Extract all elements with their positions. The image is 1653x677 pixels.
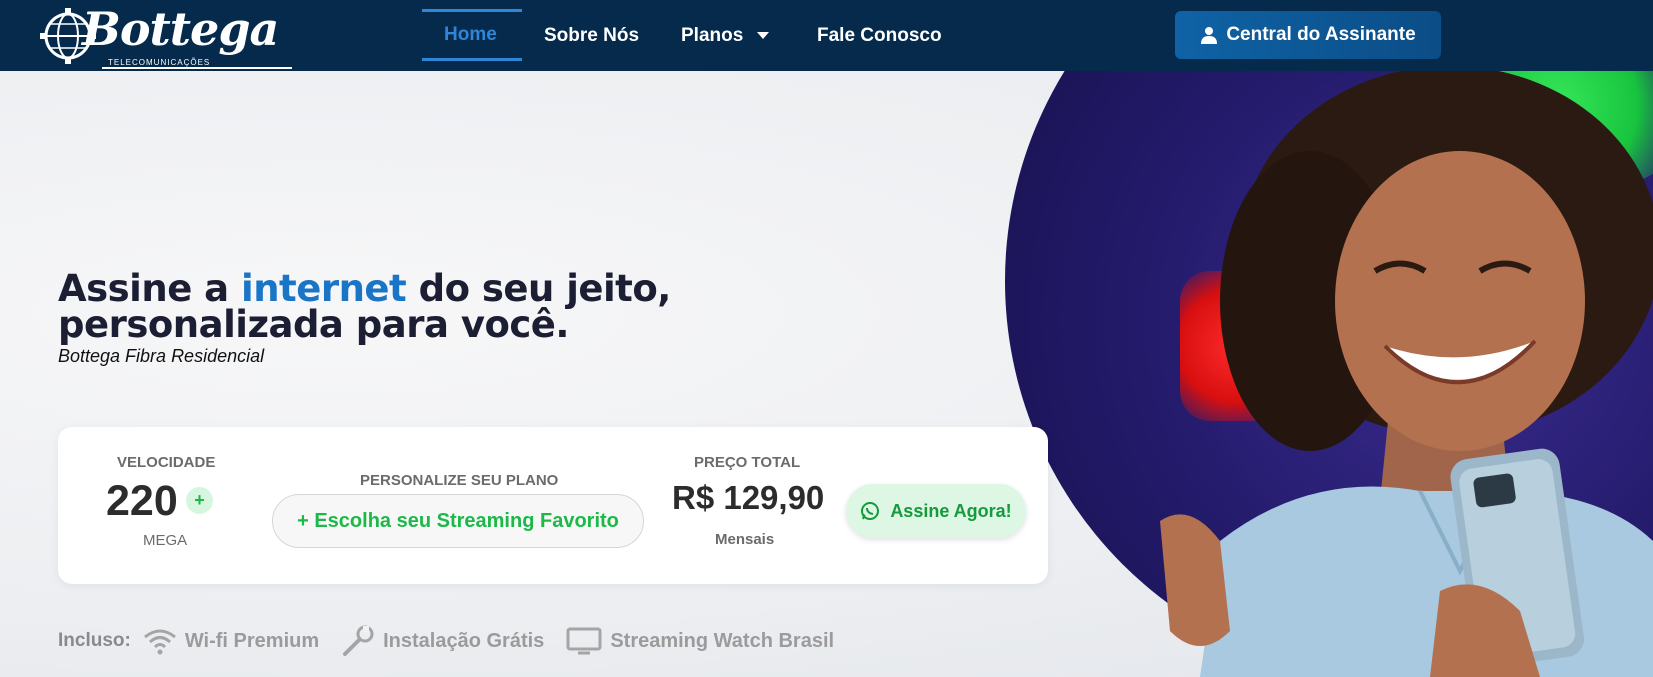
included-item-install-label: Instalação Grátis (383, 629, 545, 652)
subscribe-now-label: Assine Agora! (890, 500, 1012, 521)
user-icon (1201, 27, 1218, 44)
included-label: Incluso: (58, 630, 131, 651)
brand-name: Bottega (82, 2, 279, 56)
caret-down-icon (757, 32, 770, 39)
speed-plus-button[interactable]: + (186, 487, 213, 514)
nav-home[interactable]: Home (422, 9, 522, 61)
navbar: Bottega TELECOMUNICAÇÕES Home Sobre Nós … (0, 0, 1653, 71)
hero-headline: Assine a internet do seu jeito, personal… (58, 270, 918, 343)
price-period: Mensais (715, 531, 775, 548)
speed-value: 220 (106, 477, 178, 525)
woman-with-phone-image (1160, 71, 1653, 677)
choose-streaming-button[interactable]: + Escolha seu Streaming Favorito (272, 494, 644, 548)
wrench-icon (343, 625, 374, 656)
brand-tagline: TELECOMUNICAÇÕES (108, 58, 211, 67)
hero-subline: Bottega Fibra Residencial (58, 346, 265, 366)
included-item-install: Instalação Grátis (341, 624, 544, 658)
price-label: PREÇO TOTAL (694, 454, 801, 471)
included-item-wifi: Wi-fi Premium (143, 627, 319, 655)
central-assinante-label: Central do Assinante (1226, 24, 1416, 45)
hero-section: Assine a internet do seu jeito, personal… (0, 71, 1653, 677)
nav-fale-conosco[interactable]: Fale Conosco (817, 0, 942, 71)
included-item-wifi-label: Wi-fi Premium (184, 629, 320, 652)
tv-icon (566, 627, 602, 655)
central-assinante-button[interactable]: Central do Assinante (1175, 11, 1441, 59)
brand-logo[interactable]: Bottega TELECOMUNICAÇÕES (38, 2, 292, 69)
price-value: R$ 129,90 (672, 479, 825, 516)
speed-label: VELOCIDADE (117, 454, 216, 471)
customize-label: PERSONALIZE SEU PLANO (360, 472, 559, 489)
included-features: Incluso: Wi-fi Premium Instalação Grátis (58, 621, 856, 661)
logo-underline (102, 67, 292, 69)
subscribe-now-button[interactable]: Assine Agora! (846, 484, 1026, 538)
nav-sobre-nos[interactable]: Sobre Nós (544, 0, 639, 71)
nav-planos-label: Planos (681, 24, 744, 46)
included-item-streaming: Streaming Watch Brasil (566, 627, 834, 655)
speed-unit: MEGA (143, 532, 188, 549)
wifi-icon (143, 629, 176, 655)
plan-card: VELOCIDADE 220 + MEGA PERSONALIZE SEU PL… (58, 427, 1048, 584)
included-item-streaming-label: Streaming Watch Brasil (610, 629, 835, 652)
nav-planos[interactable]: Planos (681, 0, 770, 71)
whatsapp-icon (861, 502, 880, 520)
